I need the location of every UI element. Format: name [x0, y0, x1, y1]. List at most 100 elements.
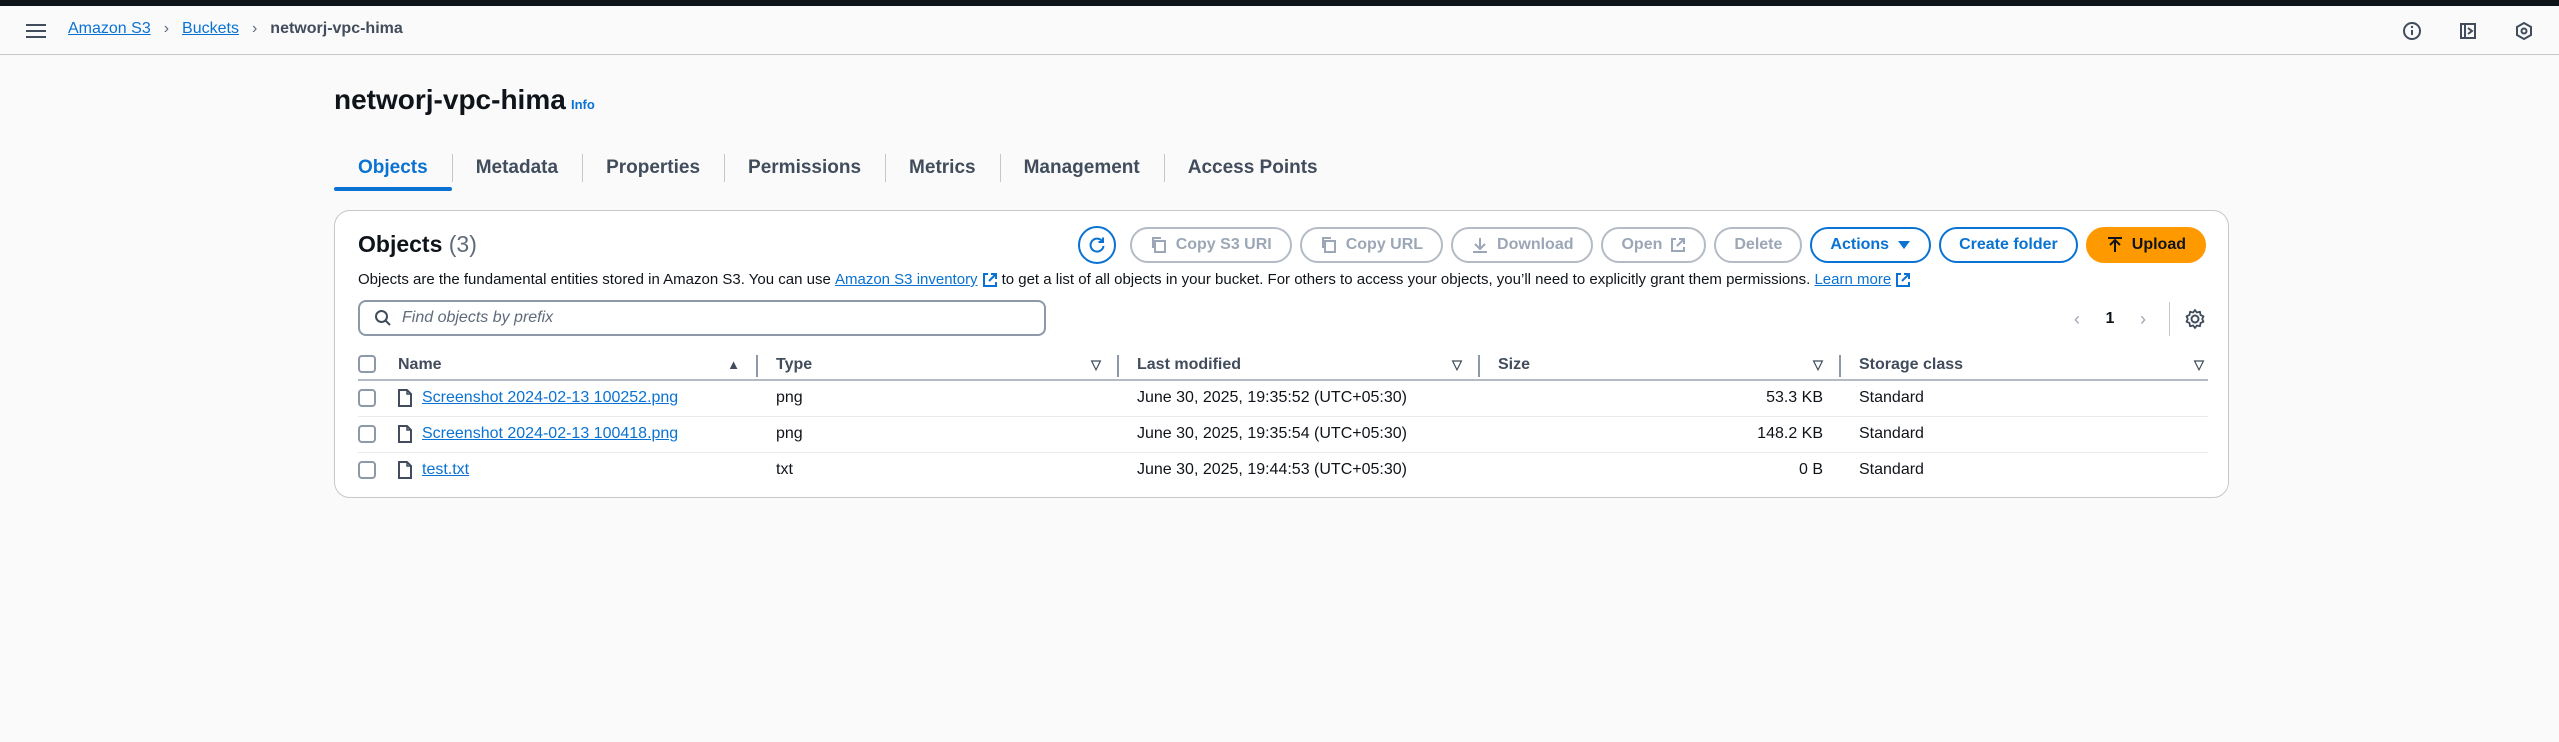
sort-ascending-icon: ▲	[727, 357, 740, 372]
download-button[interactable]: Download	[1451, 227, 1594, 263]
object-name-link[interactable]: Screenshot 2024-02-13 100418.png	[422, 425, 678, 443]
row-checkbox[interactable]	[358, 461, 376, 480]
delete-label: Delete	[1734, 236, 1783, 253]
name-cell: Screenshot 2024-02-13 100418.png	[398, 416, 758, 453]
caret-down-icon	[1898, 241, 1911, 249]
copy-icon	[1321, 237, 1336, 253]
upload-icon	[2107, 237, 2122, 252]
description-text-2: to get a list of all objects in your buc…	[1001, 271, 1811, 288]
column-size-label: Size	[1498, 355, 1531, 373]
actions-dropdown-button[interactable]: Actions	[1810, 227, 1932, 263]
last-modified-cell: June 30, 2025, 19:44:53 (UTC+05:30)	[1137, 461, 1407, 479]
pagination: ‹ 1 ›	[2065, 302, 2206, 336]
breadcrumb-buckets[interactable]: Buckets	[182, 20, 239, 38]
open-button[interactable]: Open	[1601, 227, 1707, 263]
last-modified-cell: June 30, 2025, 19:35:52 (UTC+05:30)	[1119, 380, 1480, 417]
table-header-row: Name ▲ Type ▽ Last modified ▽ Size ▽ Storage…	[358, 350, 2208, 381]
name-cell: test.txt	[398, 452, 758, 488]
sort-icon: ▽	[1091, 356, 1101, 372]
row-select-cell	[358, 452, 398, 488]
sort-icon: ▽	[1452, 356, 1462, 372]
tab-management[interactable]: Management	[999, 145, 1164, 191]
search-input[interactable]	[402, 309, 1022, 327]
description-text-1: Objects are the fundamental entities sto…	[358, 271, 831, 288]
tab-metadata[interactable]: Metadata	[451, 145, 582, 191]
delete-button[interactable]: Delete	[1714, 227, 1803, 263]
info-link[interactable]: Info	[571, 97, 595, 112]
column-header-name[interactable]: Name ▲	[398, 350, 758, 381]
table-row[interactable]: Screenshot 2024-02-13 100418.png png Jun…	[358, 416, 2208, 453]
breadcrumb-amazon-s3[interactable]: Amazon S3	[68, 20, 151, 38]
storage-class-cell: Standard	[1841, 416, 2208, 453]
objects-description: Objects are the fundamental entities sto…	[358, 271, 1915, 288]
row-checkbox[interactable]	[358, 424, 376, 443]
page-number[interactable]: 1	[2089, 310, 2131, 328]
table-row[interactable]: Screenshot 2024-02-13 100252.png png Jun…	[358, 380, 2208, 417]
create-folder-label: Create folder	[1959, 236, 2058, 253]
search-icon	[375, 310, 391, 326]
refresh-button[interactable]	[1077, 226, 1116, 264]
inventory-link[interactable]: Amazon S3 inventory	[835, 271, 978, 288]
size-cell: 0 B	[1798, 461, 1823, 479]
objects-actions: Copy S3 URI Copy URL Download Open Delet…	[1077, 226, 2206, 264]
copy-s3-uri-button[interactable]: Copy S3 URI	[1129, 227, 1292, 263]
upload-label: Upload	[2131, 236, 2186, 253]
column-type-label: Type	[776, 355, 813, 373]
last-modified-cell: June 30, 2025, 19:35:54 (UTC+05:30)	[1119, 416, 1480, 453]
copy-icon	[1151, 237, 1166, 253]
upload-button[interactable]: Upload	[2085, 227, 2206, 263]
chevron-right-icon: ›	[163, 20, 170, 37]
select-all-checkbox[interactable]	[358, 355, 376, 374]
copy-url-button[interactable]: Copy URL	[1299, 227, 1444, 263]
tab-access-points[interactable]: Access Points	[1163, 145, 1342, 191]
tab-list: Objects Metadata Properties Permissions …	[334, 145, 1342, 191]
settings-hexagon-icon[interactable]	[2511, 18, 2537, 44]
size-cell: 148.2 KB	[1480, 416, 1841, 453]
objects-panel: Objects (3) Copy S3 URI Copy URL Downloa…	[334, 210, 2229, 498]
tab-properties[interactable]: Properties	[582, 145, 724, 191]
create-folder-button[interactable]: Create folder	[1939, 227, 2078, 263]
type-cell: png	[758, 380, 1119, 417]
copy-url-label: Copy URL	[1345, 236, 1424, 253]
tab-metrics[interactable]: Metrics	[885, 145, 1000, 191]
column-header-last-modified[interactable]: Last modified ▽	[1119, 350, 1480, 381]
copy-s3-uri-label: Copy S3 URI	[1175, 236, 1272, 253]
file-icon	[398, 425, 412, 443]
external-link-icon	[1671, 238, 1686, 252]
previous-page-icon[interactable]: ‹	[2065, 309, 2089, 330]
row-select-cell	[358, 380, 398, 417]
menu-icon[interactable]	[24, 21, 48, 41]
next-page-icon[interactable]: ›	[2131, 309, 2155, 330]
actions-label: Actions	[1830, 236, 1890, 253]
column-header-storage-class[interactable]: Storage class ▽	[1841, 350, 2208, 381]
column-storage-class-label: Storage class	[1859, 355, 1964, 373]
table-row[interactable]: test.txt txt June 30, 2025, 19:44:53 (UT…	[358, 452, 2208, 488]
type-cell: txt	[776, 461, 793, 479]
tab-permissions[interactable]: Permissions	[724, 145, 885, 191]
objects-table: Name ▲ Type ▽ Last modified ▽ Size ▽ Storage…	[358, 350, 2208, 488]
info-circle-icon[interactable]	[2399, 18, 2425, 44]
objects-title: Objects	[358, 231, 443, 257]
column-header-size[interactable]: Size ▽	[1480, 350, 1841, 381]
breadcrumb: Amazon S3 › Buckets › networj-vpc-hima	[68, 20, 403, 38]
sort-icon: ▽	[2194, 356, 2204, 372]
objects-count: (3)	[448, 231, 477, 257]
page-title: networj-vpc-hima	[334, 84, 566, 115]
column-last-modified-label: Last modified	[1137, 355, 1242, 373]
object-name-link[interactable]: Screenshot 2024-02-13 100252.png	[422, 389, 678, 407]
download-label: Download	[1497, 236, 1574, 253]
notifications-panel-icon[interactable]	[2455, 18, 2481, 44]
open-label: Open	[1621, 236, 1663, 253]
tab-objects[interactable]: Objects	[334, 145, 452, 191]
column-header-type[interactable]: Type ▽	[758, 350, 1119, 381]
top-icons	[2399, 18, 2537, 44]
gear-icon[interactable]	[2184, 308, 2206, 330]
top-navigation: Amazon S3 › Buckets › networj-vpc-hima	[0, 6, 2559, 55]
learn-more-link[interactable]: Learn more	[1814, 271, 1891, 288]
object-name-link[interactable]: test.txt	[422, 461, 469, 479]
external-link-icon	[1896, 272, 1911, 287]
file-icon	[398, 389, 412, 408]
row-checkbox[interactable]	[358, 389, 376, 408]
size-cell: 53.3 KB	[1480, 380, 1841, 417]
chevron-right-icon: ›	[251, 20, 258, 37]
